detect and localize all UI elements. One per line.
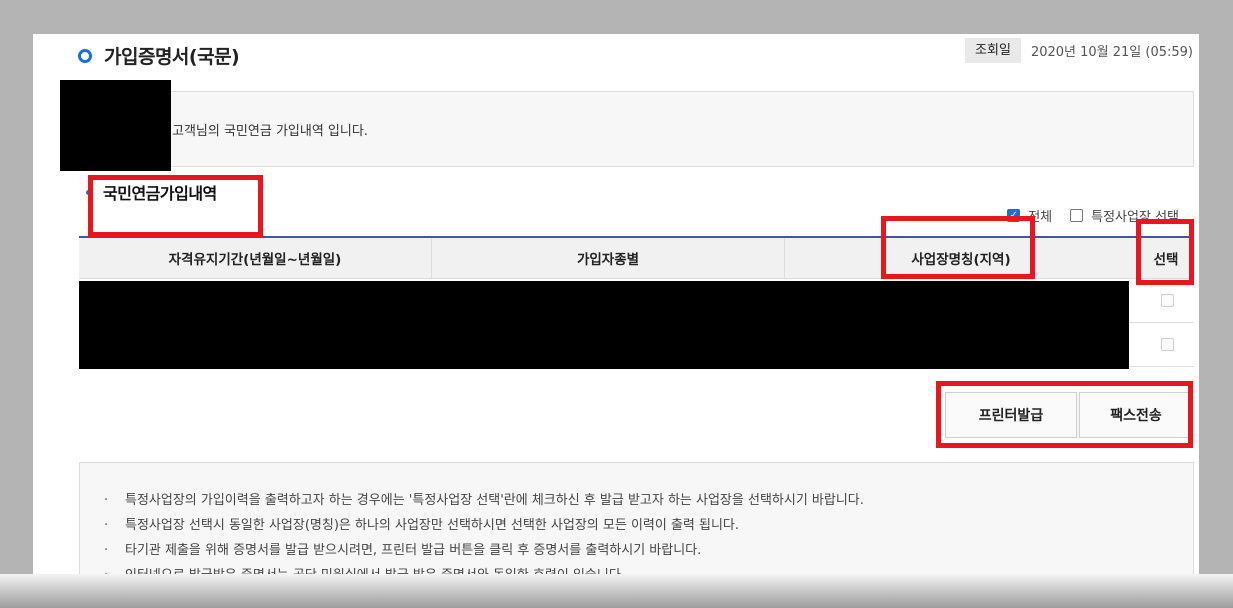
checkbox-icon[interactable] [1070,209,1084,222]
notes-list: · 특정사업장의 가입이력을 출력하고자 하는 경우에는 '특정사업장 선택'란에… [104,488,1193,574]
column-header-period: 자격유지기간(년월일~년월일) [79,238,432,278]
note-item: · 특정사업장의 가입이력을 출력하고자 하는 경우에는 '특정사업장 선택'란에… [104,488,1193,513]
dot-bullet: · [104,493,109,508]
screenshot-bottom-fade [0,574,1233,608]
query-date-value: 2020년 10월 21일 (05:59) [1030,45,1193,60]
row-select-checkbox[interactable] [1161,338,1174,351]
dot-bullet: · [104,543,109,558]
highlight-box-workplace-column [881,216,1035,279]
query-date-label: 조회일 [965,38,1021,63]
row-select-checkbox[interactable] [1161,294,1174,307]
page-title: 가입증명서(국문) [78,42,240,69]
document-sheet: 가입증명서(국문) 조회일 2020년 10월 21일 (05:59) 고객님의… [33,34,1199,574]
ring-bullet-icon [78,48,92,63]
dot-bullet: · [104,563,125,574]
page-title-text: 가입증명서(국문) [104,46,240,68]
notes-box: · 특정사업장의 가입이력을 출력하고자 하는 경우에는 '특정사업장 선택'란에… [79,462,1194,574]
note-item: · 타기관 제출을 위해 증명서를 발급 받으시려면, 프린터 발급 버튼을 클릭… [104,538,1193,563]
highlight-box-section-title [88,175,263,237]
note-item: ·인터넷으로 발급받은 증명서는 공단 민원실에서 발급 받은 증명서와 동일한… [104,563,1193,574]
info-box: 고객님의 국민연금 가입내역 입니다. [78,91,1194,167]
note-text: 특정사업장의 가입이력을 출력하고자 하는 경우에는 '특정사업장 선택'란에 … [125,493,864,508]
query-date: 조회일 2020년 10월 21일 (05:59) [965,38,1193,63]
info-text: 고객님의 국민연금 가입내역 입니다. [172,124,368,139]
note-text: 특정사업장 선택시 동일한 사업장(명칭)은 하나의 사업장만 선택하시면 선택… [125,518,740,533]
note-text: 인터넷으로 발급받은 증명서는 공단 민원실에서 발급 받은 증명서와 동일한 … [125,563,625,574]
highlight-box-buttons [936,381,1193,448]
note-text: 타기관 제출을 위해 증명서를 발급 받으시려면, 프린터 발급 버튼을 클릭 … [125,543,702,558]
note-item: · 특정사업장 선택시 동일한 사업장(명칭)은 하나의 사업장만 선택하시면 선… [104,513,1193,538]
dot-bullet: · [104,518,109,533]
redacted-table-data [79,281,1129,369]
redacted-name-block [60,80,171,171]
column-header-subscriber-type: 가입자종별 [432,238,785,278]
highlight-box-select-column [1136,219,1194,285]
